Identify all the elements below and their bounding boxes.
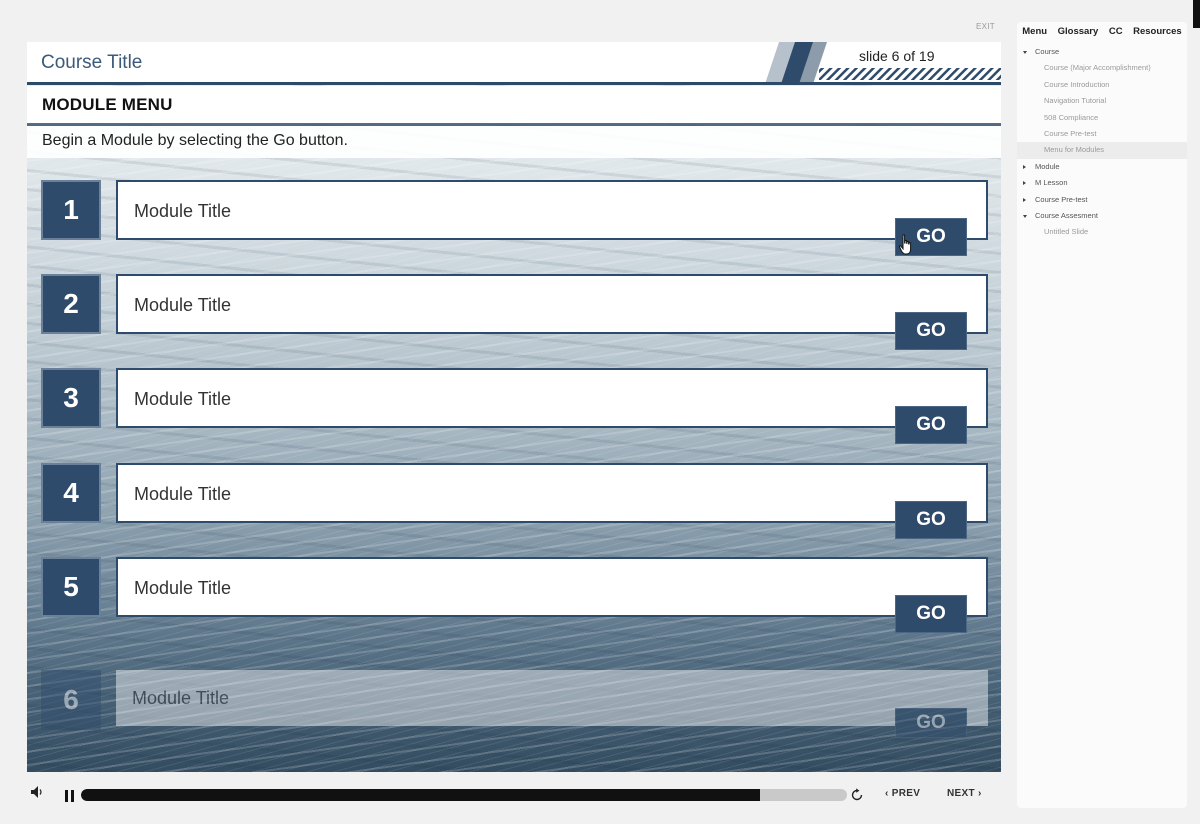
module-title: Module Title (132, 688, 230, 708)
module-title: Module Title (134, 484, 232, 504)
caret-right-icon[interactable] (1023, 181, 1026, 186)
module-row-5: 5 Module Title GO (27, 557, 1001, 637)
slide-counter: slide 6 of 19 (859, 48, 935, 64)
tab-menu[interactable]: Menu (1022, 26, 1047, 37)
outline-item-label: Untitled Slide (1044, 227, 1089, 237)
outline-item-label: Course Assesment (1035, 210, 1098, 220)
tab-cc[interactable]: CC (1109, 26, 1123, 37)
menu-title-band: MODULE MENU (27, 86, 1001, 124)
next-label: NEXT (947, 788, 975, 799)
caret-down-icon[interactable] (1023, 51, 1027, 54)
module-number: 6 (41, 670, 101, 730)
outline-item[interactable]: Course Pre-test (1017, 126, 1187, 142)
outline-item[interactable]: Module (1017, 159, 1187, 175)
window-edge (1193, 0, 1200, 28)
header-divider (27, 82, 1001, 85)
module-row-4: 4 Module Title GO (27, 463, 1001, 543)
module-number: 1 (41, 180, 101, 240)
module-number: 4 (41, 463, 101, 523)
caret-right-icon[interactable] (1023, 164, 1026, 169)
outline-item-label: Course Introduction (1044, 79, 1110, 89)
slide-stage: Course Title slide 6 of 19 MODULE MENU B… (27, 42, 1001, 772)
hand-cursor-icon (899, 234, 912, 255)
module-title: Module Title (134, 578, 232, 598)
chevron-right-icon: › (977, 788, 982, 799)
outline-item-label: Course (1035, 47, 1060, 56)
outline-item-label: Module (1035, 161, 1060, 171)
module-title: Module Title (134, 201, 232, 221)
exit-button[interactable]: EXIT (976, 22, 995, 31)
pause-icon-bar (71, 790, 74, 802)
module-number: 2 (41, 274, 101, 334)
go-button-module-3[interactable]: GO (895, 406, 967, 444)
module-title-box: Module Title (116, 274, 988, 334)
outline-item-label: Menu for Modules (1044, 145, 1105, 155)
outline-item[interactable]: Navigation Tutorial (1017, 93, 1187, 109)
outline-item-label: Course (Major Accomplishment) (1044, 63, 1151, 73)
tab-resources[interactable]: Resources (1133, 26, 1182, 37)
caret-down-icon[interactable] (1023, 214, 1027, 218)
outline-item-label: Navigation Tutorial (1044, 96, 1107, 106)
slide-header: Course Title slide 6 of 19 (27, 42, 1001, 85)
go-button-module-5[interactable]: GO (895, 595, 967, 633)
outline-item[interactable]: M Lesson (1017, 175, 1187, 191)
module-title-box: Module Title (116, 368, 988, 428)
module-number: 3 (41, 368, 101, 428)
module-row-6: 6 Module Title GO (27, 670, 1001, 750)
go-button-module-2[interactable]: GO (895, 312, 967, 350)
module-row-1: 1 Module Title GO (27, 180, 1001, 260)
volume-icon[interactable] (31, 786, 45, 798)
outline-item[interactable]: 508 Compliance (1017, 110, 1187, 126)
caret-right-icon[interactable] (1023, 197, 1026, 202)
instructions-band: Begin a Module by selecting the Go butto… (27, 126, 1001, 158)
go-button-module-4[interactable]: GO (895, 501, 967, 539)
outline-tree: Course Course (Major Accomplishment) Cours… (1017, 44, 1187, 241)
replay-icon[interactable] (850, 788, 864, 802)
module-title-box: Module Title (116, 463, 988, 523)
go-button-module-6[interactable]: GO (895, 708, 967, 738)
player-controls: ‹ PREV NEXT › (27, 772, 1001, 818)
seek-bar[interactable] (81, 789, 847, 801)
module-row-2: 2 Module Title GO (27, 274, 1001, 354)
outline-item[interactable]: Course (1017, 44, 1187, 60)
seek-progress (81, 789, 760, 801)
sidebar: Menu Glossary CC Resources Course Course … (1017, 22, 1187, 808)
instructions-text: Begin a Module by selecting the Go butto… (42, 132, 348, 149)
prev-label: PREV (891, 788, 921, 799)
outline-item[interactable]: Untitled Slide (1017, 224, 1187, 240)
outline-item[interactable]: Course Assesment (1017, 208, 1187, 224)
tab-glossary[interactable]: Glossary (1058, 26, 1099, 37)
module-number: 5 (41, 557, 101, 617)
course-title: Course Title (41, 52, 143, 73)
module-menu-title: MODULE MENU (42, 95, 173, 114)
outline-item-label: M Lesson (1035, 178, 1068, 188)
pause-icon-bar (65, 790, 68, 802)
outline-item[interactable]: Menu for Modules (1017, 142, 1187, 159)
outline-item[interactable]: Course (Major Accomplishment) (1017, 60, 1187, 76)
module-title-box: Module Title (116, 180, 988, 240)
prev-button[interactable]: ‹ PREV (885, 788, 920, 799)
pause-button[interactable] (65, 790, 75, 802)
module-title-box: Module Title (116, 557, 988, 617)
sidebar-tabs: Menu Glossary CC Resources (1017, 22, 1187, 40)
outline-item[interactable]: Course Pre-test (1017, 192, 1187, 208)
module-row-3: 3 Module Title GO (27, 368, 1001, 448)
chevron-left-icon: ‹ (885, 788, 889, 799)
outline-item[interactable]: Course Introduction (1017, 77, 1187, 93)
outline-item-label: Course Pre-test (1035, 194, 1088, 204)
module-title: Module Title (134, 389, 232, 409)
module-title-box: Module Title (116, 670, 988, 726)
outline-item-label: Course Pre-test (1044, 128, 1097, 138)
module-title: Module Title (134, 295, 232, 315)
outline-item-label: 508 Compliance (1044, 112, 1099, 122)
next-button[interactable]: NEXT › (947, 788, 982, 799)
